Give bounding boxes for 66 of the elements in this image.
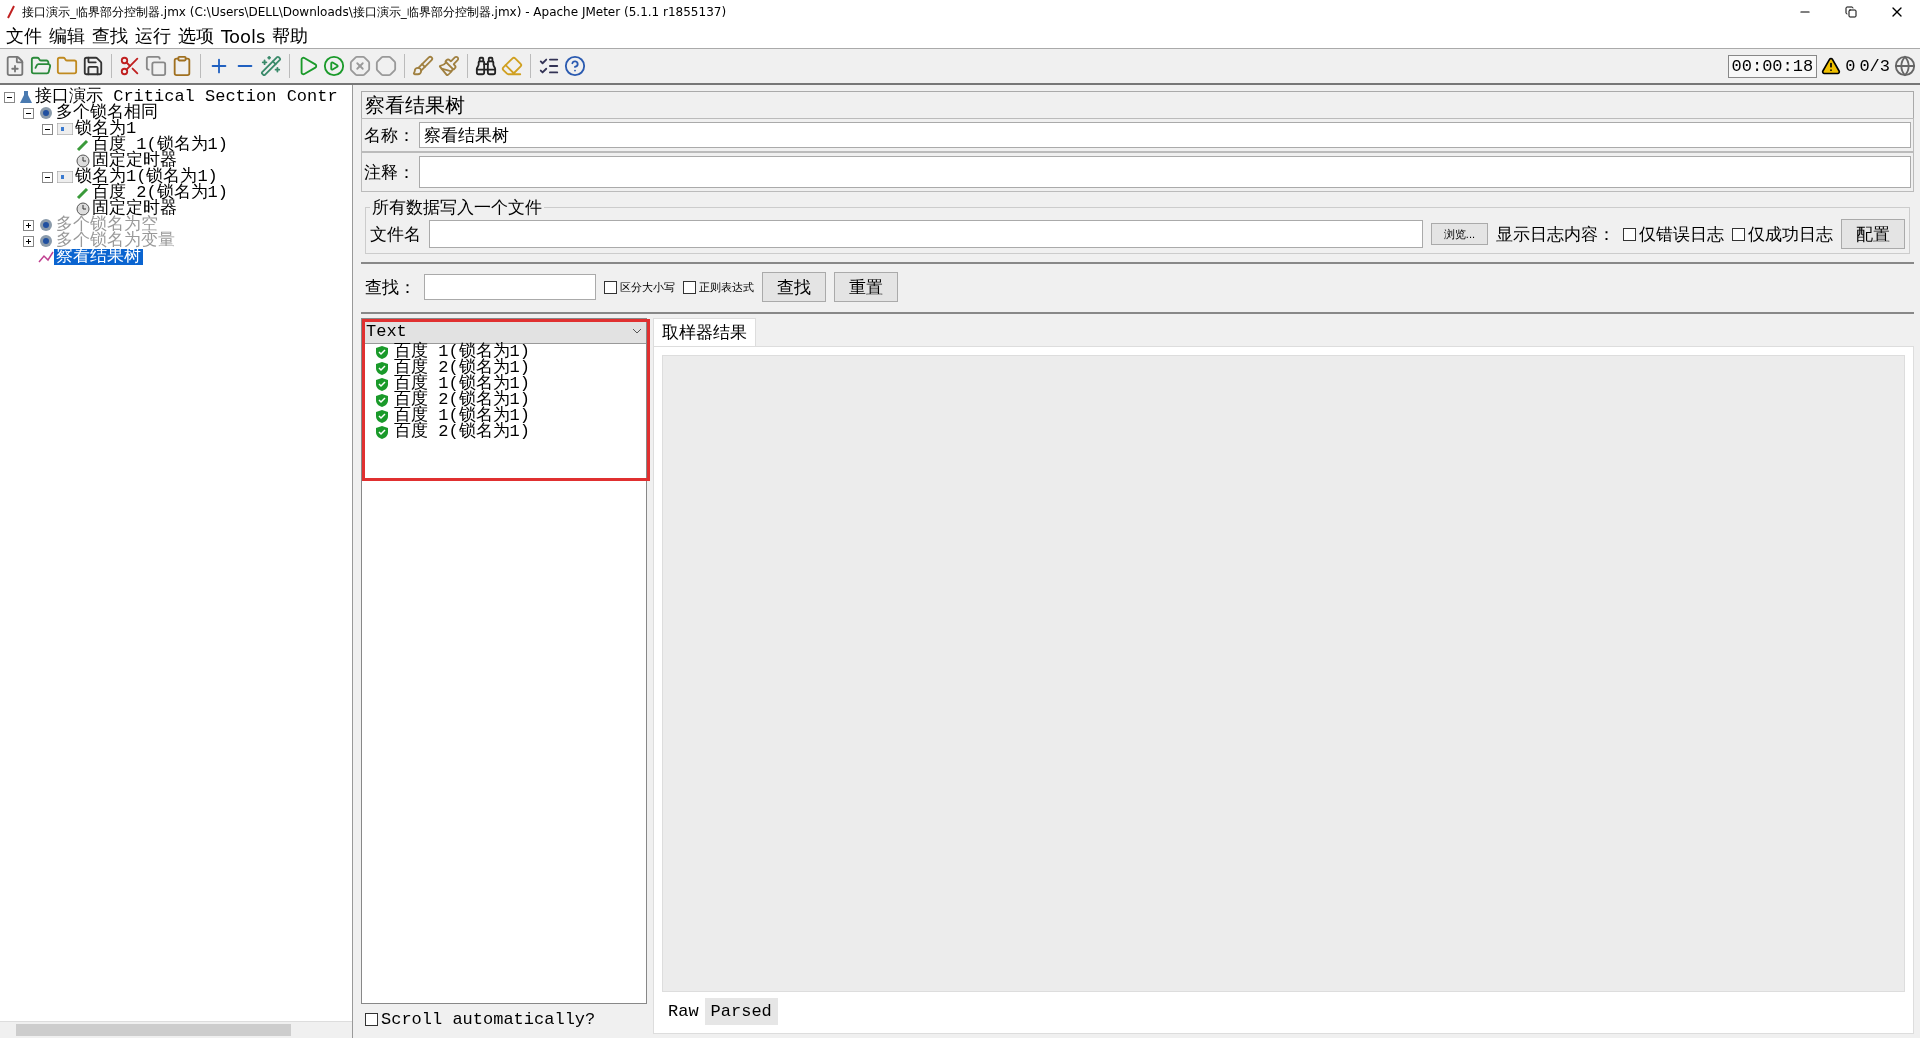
group-title: 所有数据写入一个文件 [371,196,543,219]
collapse-toggle[interactable] [23,107,34,119]
field-label: 查找： [365,275,416,299]
window-title: 接口演示_临界部分控制器.jmx (C:\Users\DELL\Downloads\接口演示_临界部分控制器.jmx) - Apache JMeter (5.1.1 r1855137) [22,3,728,21]
filename-field[interactable] [429,220,1423,248]
collapse-toggle[interactable] [42,123,53,135]
field-label: 文件名 [370,222,421,246]
folder-icon[interactable] [30,55,52,77]
tree-item[interactable]: 锁名为1 [73,121,139,137]
paste-icon[interactable] [171,55,193,77]
pipette-icon [76,138,90,152]
checkbox-label: Scroll automatically? [381,1009,596,1029]
search-button[interactable]: 查找 [762,272,826,302]
controller-icon [57,123,73,135]
search-button[interactable]: 重置 [834,272,898,302]
name-field[interactable]: 察看结果树 [419,122,1911,148]
horizontal-scrollbar[interactable] [0,1021,352,1038]
collapse-toggle[interactable] [4,91,15,103]
globe-icon[interactable] [1894,55,1916,77]
checkbox[interactable] [1623,227,1636,241]
new-file-icon[interactable] [4,55,26,77]
field-label: 注释： [364,160,415,184]
panel-title: 察看结果树 [361,91,1914,118]
flask-icon [19,90,33,104]
controller-icon [57,171,73,183]
menu-item[interactable]: 运行 [133,24,176,48]
pipette-icon [76,186,90,200]
log-label: 显示日志内容： [1496,222,1615,246]
menu-item[interactable]: 编辑 [47,24,90,48]
thread-count: 0/3 [1859,56,1890,76]
comment-field[interactable] [419,156,1911,188]
menu-item[interactable]: 文件 [4,24,47,48]
checkbox[interactable] [1732,227,1745,241]
checkbox[interactable] [365,1012,378,1026]
config-button[interactable]: 配置 [1841,219,1905,249]
checkbox[interactable] [604,280,617,294]
error-count: 0 [1845,56,1856,76]
copy-icon[interactable] [145,55,167,77]
clock-icon [76,154,90,168]
menu-item[interactable]: 查找 [90,24,133,48]
restore-icon[interactable] [1845,6,1857,18]
collapse-toggle[interactable] [42,171,53,183]
checkbox-label: 区分大小写 [620,279,675,295]
help-icon[interactable] [564,55,586,77]
checkbox[interactable] [683,280,696,294]
play-icon[interactable] [323,55,345,77]
checkbox-label: 仅错误日志 [1639,222,1724,246]
cut-icon[interactable] [119,55,141,77]
warning-icon[interactable] [1821,56,1842,76]
menu-item[interactable]: 帮助 [270,24,314,48]
elapsed-time: 00:00:18 [1727,54,1818,78]
menu-item[interactable]: 选项 [176,24,219,48]
field-label: 名称： [364,123,415,147]
checkbox-label: 仅成功日志 [1748,222,1833,246]
tab[interactable]: 取样器结果 [653,318,756,346]
browse-button[interactable]: 浏览... [1430,223,1488,245]
clock-icon [76,202,90,216]
checkbox-label: 正则表达式 [699,279,754,295]
caret-icon[interactable] [632,328,642,334]
save-icon[interactable] [82,55,104,77]
feather-icon [6,5,16,19]
tab[interactable]: Parsed [704,998,778,1025]
search-field[interactable] [424,274,596,300]
chart-icon [38,251,54,263]
menu-item[interactable]: Tools [219,25,271,47]
binoculars-icon[interactable] [475,55,497,77]
